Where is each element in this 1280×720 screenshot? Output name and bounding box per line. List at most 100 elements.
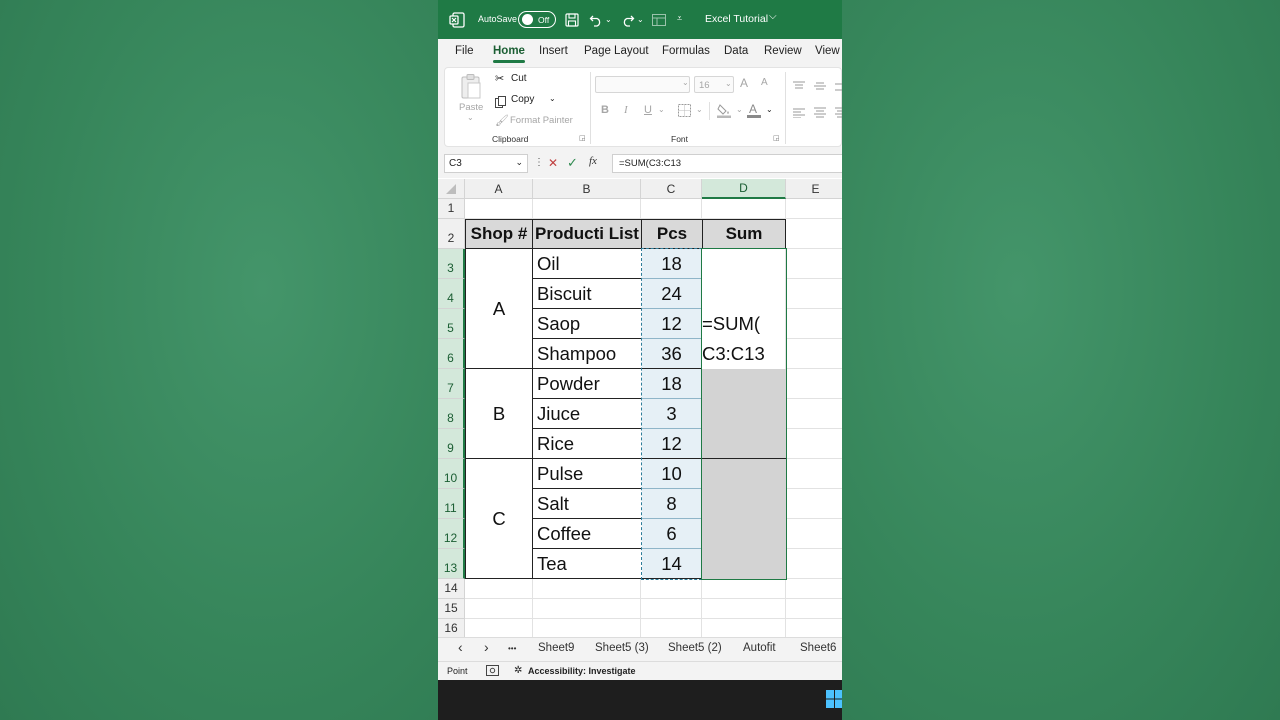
customize-toolbar-icon[interactable]: ⩡ bbox=[677, 13, 682, 24]
product-cell[interactable]: Coffee bbox=[537, 519, 641, 549]
windows-start-icon[interactable] bbox=[826, 690, 842, 713]
borders-dropdown-icon[interactable]: ⌄ bbox=[696, 105, 703, 114]
enter-icon[interactable]: ✓ bbox=[567, 155, 578, 171]
tab-file[interactable]: File bbox=[455, 45, 474, 57]
row-header-5[interactable]: 5 bbox=[438, 309, 465, 339]
grow-font-button[interactable]: A bbox=[740, 76, 748, 90]
sheet-tab[interactable]: Sheet6 bbox=[800, 642, 836, 654]
font-name-box[interactable] bbox=[595, 76, 690, 93]
font-size-box[interactable]: 16 ⌄ bbox=[694, 76, 734, 93]
redo-dropdown-icon[interactable]: ⌄ bbox=[637, 15, 644, 24]
paste-button[interactable]: Paste bbox=[459, 102, 483, 113]
worksheet-grid[interactable]: A B C D E 1 2 3 4 5 6 7 8 9 10 11 12 13 … bbox=[438, 179, 842, 637]
column-header-d[interactable]: D bbox=[702, 179, 786, 199]
shrink-font-button[interactable]: A bbox=[761, 77, 768, 88]
row-header-13[interactable]: 13 bbox=[438, 549, 465, 579]
editing-formula-line1[interactable]: =SUM( bbox=[702, 309, 786, 339]
save-icon[interactable] bbox=[564, 11, 580, 28]
paste-dropdown-icon[interactable]: ⌄ bbox=[467, 113, 474, 122]
copy-dropdown-icon[interactable]: ⌄ bbox=[549, 94, 556, 103]
undo-dropdown-icon[interactable]: ⌄ bbox=[605, 15, 612, 24]
align-left-icon[interactable] bbox=[793, 105, 805, 123]
underline-button[interactable]: U bbox=[644, 104, 652, 116]
more-sheets-icon[interactable]: ••• bbox=[508, 644, 516, 653]
borders-icon[interactable] bbox=[678, 104, 691, 122]
row-header-3[interactable]: 3 bbox=[438, 249, 465, 279]
header-pcs[interactable]: Pcs bbox=[641, 219, 703, 249]
product-cell[interactable]: Tea bbox=[537, 549, 641, 579]
row-header-2[interactable]: 2 bbox=[438, 219, 465, 249]
underline-dropdown-icon[interactable]: ⌄ bbox=[658, 105, 665, 114]
font-name-dropdown-icon[interactable]: ⌄ bbox=[682, 78, 689, 87]
tab-formulas[interactable]: Formulas bbox=[662, 45, 710, 57]
product-cell[interactable]: Biscuit bbox=[537, 279, 641, 309]
select-all-corner[interactable] bbox=[438, 179, 465, 199]
file-title[interactable]: Excel Tutorial bbox=[705, 13, 768, 25]
align-middle-icon[interactable] bbox=[814, 78, 826, 96]
tab-review[interactable]: Review bbox=[764, 45, 802, 57]
next-sheet-icon[interactable]: › bbox=[484, 639, 489, 655]
fill-color-dropdown-icon[interactable]: ⌄ bbox=[736, 105, 743, 114]
font-color-dropdown-icon[interactable]: ⌄ bbox=[766, 105, 773, 114]
sheet-tab[interactable]: Sheet9 bbox=[538, 642, 574, 654]
sheet-tab[interactable]: Sheet5 (3) bbox=[595, 642, 649, 654]
product-cell[interactable]: Shampoo bbox=[537, 339, 641, 369]
row-header-12[interactable]: 12 bbox=[438, 519, 465, 549]
macro-record-icon[interactable] bbox=[486, 665, 499, 678]
formula-input[interactable]: =SUM(C3:C13 bbox=[612, 154, 842, 173]
tab-insert[interactable]: Insert bbox=[539, 45, 568, 57]
header-sum[interactable]: Sum bbox=[702, 219, 786, 249]
column-header-b[interactable]: B bbox=[533, 179, 641, 199]
header-shop[interactable]: Shop # bbox=[465, 219, 533, 249]
cut-button[interactable]: Cut bbox=[511, 73, 527, 84]
name-box[interactable]: C3 ⌄ bbox=[444, 154, 528, 173]
shop-group-a[interactable]: A bbox=[466, 249, 532, 369]
fill-color-icon[interactable] bbox=[717, 103, 731, 123]
row-header-4[interactable]: 4 bbox=[438, 279, 465, 309]
row-header-8[interactable]: 8 bbox=[438, 399, 465, 429]
column-header-c[interactable]: C bbox=[641, 179, 702, 199]
file-title-chevron-icon[interactable]: ⌵ bbox=[769, 11, 777, 22]
editing-formula-line2[interactable]: C3:C13 bbox=[702, 339, 786, 369]
shop-group-b[interactable]: B bbox=[466, 369, 532, 459]
font-launcher-icon[interactable]: ◲ bbox=[773, 134, 780, 142]
header-product-list[interactable]: Producti List bbox=[532, 219, 642, 249]
product-cell[interactable]: Jiuce bbox=[537, 399, 641, 429]
row-header-11[interactable]: 11 bbox=[438, 489, 465, 519]
formula-bar-options-icon[interactable]: ⋮ bbox=[534, 157, 544, 168]
name-box-dropdown-icon[interactable]: ⌄ bbox=[515, 157, 523, 168]
product-cell[interactable]: Rice bbox=[537, 429, 641, 459]
row-header-1[interactable]: 1 bbox=[438, 199, 465, 219]
sheet-tab[interactable]: Autofit bbox=[743, 642, 776, 654]
undo-icon[interactable] bbox=[588, 11, 604, 28]
align-bottom-icon[interactable] bbox=[835, 78, 842, 96]
prev-sheet-icon[interactable]: ‹ bbox=[458, 639, 463, 655]
shop-group-c[interactable]: C bbox=[466, 459, 532, 579]
bold-button[interactable]: B bbox=[601, 104, 609, 116]
product-cell[interactable]: Saop bbox=[537, 309, 641, 339]
insert-function-icon[interactable]: fx bbox=[589, 155, 597, 167]
product-cell[interactable]: Salt bbox=[537, 489, 641, 519]
copy-button[interactable]: Copy bbox=[511, 94, 534, 105]
accessibility-status[interactable]: Accessibility: Investigate bbox=[528, 666, 636, 676]
italic-button[interactable]: I bbox=[624, 104, 628, 116]
tab-view[interactable]: View bbox=[815, 45, 840, 57]
row-header-6[interactable]: 6 bbox=[438, 339, 465, 369]
align-right-icon[interactable] bbox=[835, 105, 842, 123]
accessibility-icon[interactable]: ✲ bbox=[514, 665, 522, 676]
tab-data[interactable]: Data bbox=[724, 45, 748, 57]
product-cell[interactable]: Powder bbox=[537, 369, 641, 399]
align-top-icon[interactable] bbox=[793, 78, 805, 96]
row-header-9[interactable]: 9 bbox=[438, 429, 465, 459]
redo-icon[interactable] bbox=[620, 11, 636, 28]
product-cell[interactable]: Oil bbox=[537, 249, 641, 279]
clipboard-launcher-icon[interactable]: ◲ bbox=[579, 134, 586, 142]
product-cell[interactable]: Pulse bbox=[537, 459, 641, 489]
tab-home[interactable]: Home bbox=[493, 45, 525, 63]
tab-page-layout[interactable]: Page Layout bbox=[584, 45, 649, 57]
row-header-14[interactable]: 14 bbox=[438, 579, 465, 599]
font-color-button[interactable]: A bbox=[747, 102, 761, 119]
row-header-16[interactable]: 16 bbox=[438, 619, 465, 637]
column-header-e[interactable]: E bbox=[786, 179, 842, 199]
format-painter-button[interactable]: Format Painter bbox=[510, 115, 573, 126]
